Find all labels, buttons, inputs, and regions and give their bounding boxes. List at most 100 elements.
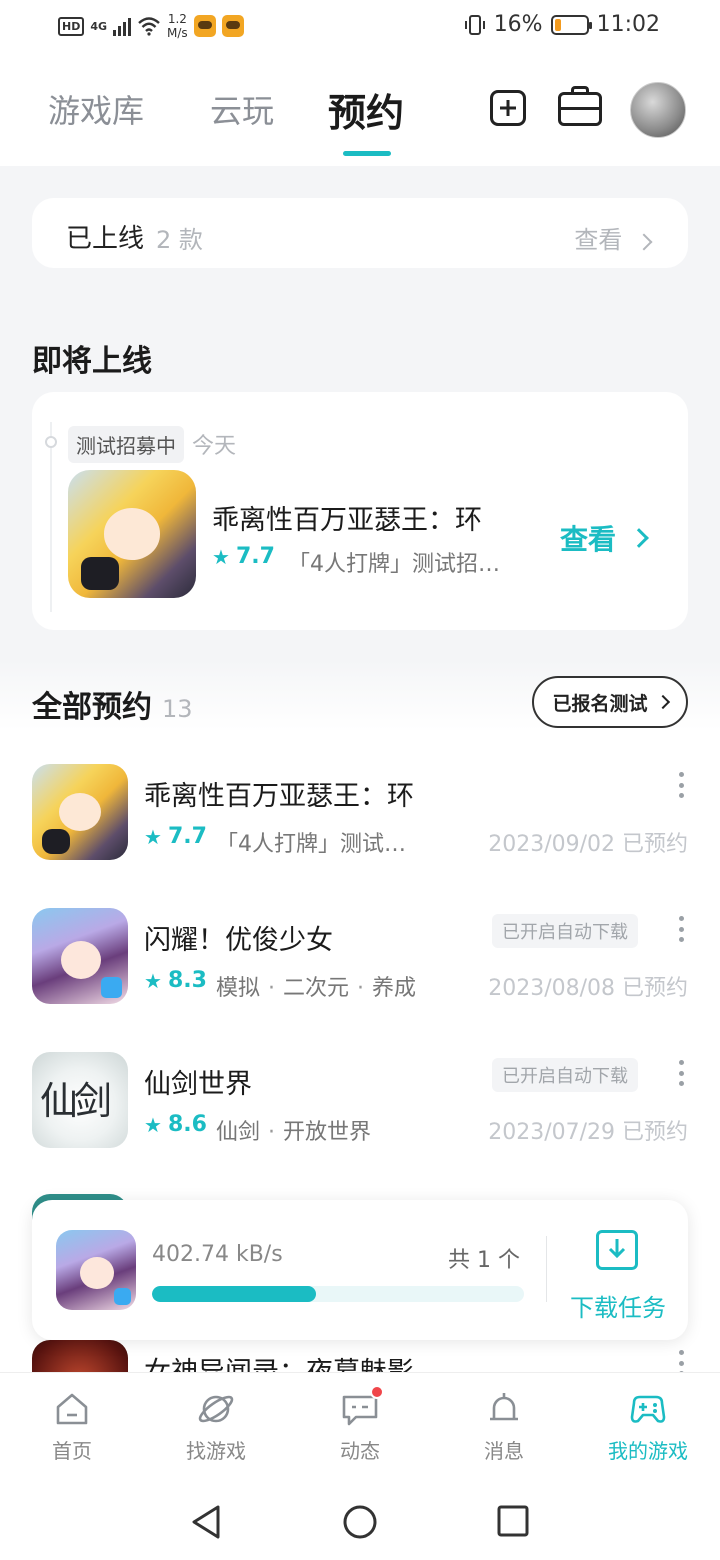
divider xyxy=(546,1236,547,1302)
rating-value: 8.3 xyxy=(167,968,207,993)
tag: 二次元 xyxy=(283,976,350,1001)
view-label: 查看 xyxy=(560,523,617,556)
nav-label: 消息 xyxy=(484,1439,524,1463)
all-title: 全部预约 xyxy=(32,690,152,725)
planet-icon xyxy=(196,1389,236,1429)
game-title: 仙剑世界 xyxy=(144,1069,252,1100)
download-progress-fill xyxy=(152,1286,316,1302)
game-icon xyxy=(32,908,128,1004)
view-label: 查看 xyxy=(574,226,623,254)
nav-find-games[interactable]: 找游戏 xyxy=(156,1389,276,1464)
rating-value: 7.7 xyxy=(167,824,207,849)
download-tasks-label[interactable]: 下载任务 xyxy=(570,1288,666,1323)
nav-label: 我的游戏 xyxy=(608,1439,688,1463)
download-speed: 402.74 kB/s xyxy=(152,1242,283,1267)
add-icon[interactable] xyxy=(490,90,526,126)
rating-value: 8.6 xyxy=(167,1112,207,1137)
upcoming-date: 今天 xyxy=(192,434,237,459)
chevron-right-icon xyxy=(655,694,670,710)
game-tags: 仙剑 · 开放世界 xyxy=(216,1120,372,1145)
game-title: 乖离性百万亚瑟王：环 xyxy=(144,781,414,812)
game-rating: ★ 8.3 xyxy=(144,968,207,993)
game-tags: 模拟 · 二次元 · 养成 xyxy=(216,976,417,1001)
list-item[interactable]: 闪耀！优俊少女 已开启自动下载 ★ 8.3 模拟 · 二次元 · 养成 2023/08/… xyxy=(0,894,720,1014)
star-icon: ★ xyxy=(144,824,162,849)
nav-feed[interactable]: 动态 xyxy=(300,1385,420,1464)
timeline-line xyxy=(50,422,52,612)
star-icon: ★ xyxy=(212,544,230,569)
list-item[interactable]: 仙剑世界 已开启自动下载 ★ 8.6 仙剑·开放世界 2023/07/29 已预… xyxy=(0,1038,720,1158)
nav-label: 动态 xyxy=(340,1439,380,1463)
game-rating: ★ 8.6 xyxy=(144,1112,207,1137)
download-card[interactable]: 402.74 kB/s 共 1 个 下载任务 xyxy=(32,1200,688,1340)
upcoming-view-button[interactable]: 查看 xyxy=(560,518,649,558)
nav-home[interactable]: 首页 xyxy=(12,1389,132,1464)
game-icon xyxy=(32,764,128,860)
download-progress xyxy=(152,1286,524,1302)
auto-download-tag: 已开启自动下载 xyxy=(492,1058,638,1092)
chat-icon xyxy=(340,1385,384,1429)
game-icon xyxy=(32,1052,128,1148)
downloading-game-icon xyxy=(56,1230,136,1310)
star-icon: ★ xyxy=(144,1112,162,1137)
chevron-right-icon xyxy=(629,528,649,548)
more-icon[interactable] xyxy=(678,772,684,798)
toolbox-icon[interactable] xyxy=(558,86,602,126)
more-icon[interactable] xyxy=(678,916,684,942)
wifi-icon xyxy=(138,17,160,36)
reserve-date: 2023/08/08 已预约 xyxy=(488,976,688,1001)
download-tasks-icon[interactable] xyxy=(596,1230,638,1270)
clock: 11:02 xyxy=(596,12,660,37)
nav-label: 首页 xyxy=(52,1439,92,1463)
battery-percent: 16% xyxy=(493,12,543,37)
notification-app-icon xyxy=(193,15,216,37)
nav-my-games[interactable]: 我的游戏 xyxy=(588,1389,708,1464)
game-description: 「4人打牌」测试… xyxy=(216,832,406,857)
network-speed: 1.2 M/s xyxy=(167,12,188,40)
user-avatar[interactable] xyxy=(630,82,686,138)
tag: 开放世界 xyxy=(283,1120,372,1145)
reserve-date: 2023/09/02 已预约 xyxy=(488,832,688,857)
battery-icon xyxy=(550,14,592,35)
system-navigation xyxy=(0,1482,720,1560)
released-count: 2 款 xyxy=(156,226,203,254)
recents-icon[interactable] xyxy=(496,1504,530,1538)
released-view-link[interactable]: 查看 xyxy=(574,220,653,255)
game-title: 闪耀！优俊少女 xyxy=(144,925,333,956)
list-item[interactable]: 乖离性百万亚瑟王：环 ★ 7.7 「4人打牌」测试… 2023/09/02 已预… xyxy=(0,750,720,870)
more-icon[interactable] xyxy=(678,1060,684,1086)
tab-cloud-play[interactable]: 云玩 xyxy=(210,86,274,132)
status-right: 16% 11:02 xyxy=(464,12,660,37)
home-circle-icon[interactable] xyxy=(342,1504,378,1540)
rating-value: 7.7 xyxy=(235,544,275,569)
registered-test-label: 已报名测试 xyxy=(552,692,648,715)
signal-icon xyxy=(113,16,132,36)
back-icon[interactable] xyxy=(190,1504,222,1540)
recruit-tag: 测试招募中 xyxy=(68,426,184,463)
game-description: 「4人打牌」测试招… xyxy=(288,552,500,577)
bell-icon xyxy=(484,1389,524,1429)
nav-label: 找游戏 xyxy=(186,1439,246,1463)
timeline-dot xyxy=(45,436,57,448)
registered-test-button[interactable]: 已报名测试 xyxy=(532,676,688,728)
star-icon: ★ xyxy=(144,968,162,993)
released-card[interactable]: 已上线 2 款 查看 xyxy=(32,198,688,268)
all-header: 全部预约 13 xyxy=(32,682,193,726)
bottom-navigation: 首页 找游戏 动态 消息 我的游戏 xyxy=(0,1372,720,1482)
tag: 仙剑 xyxy=(216,1120,261,1145)
nav-messages[interactable]: 消息 xyxy=(444,1389,564,1464)
game-icon[interactable] xyxy=(68,470,196,598)
game-rating: ★ 7.7 xyxy=(144,824,207,849)
download-count: 共 1 个 xyxy=(448,1248,520,1273)
gamepad-icon xyxy=(628,1389,668,1429)
hd-icon: HD xyxy=(58,16,85,36)
reserve-date: 2023/07/29 已预约 xyxy=(488,1120,688,1145)
tab-game-library[interactable]: 游戏库 xyxy=(48,86,144,132)
all-count: 13 xyxy=(162,695,193,723)
upcoming-title: 即将上线 xyxy=(32,344,152,379)
tab-reservations[interactable]: 预约 xyxy=(328,82,404,137)
notification-app-icon xyxy=(221,15,244,37)
home-icon xyxy=(52,1389,92,1429)
game-title[interactable]: 乖离性百万亚瑟王：环 xyxy=(212,498,482,537)
vibrate-icon xyxy=(464,14,485,35)
